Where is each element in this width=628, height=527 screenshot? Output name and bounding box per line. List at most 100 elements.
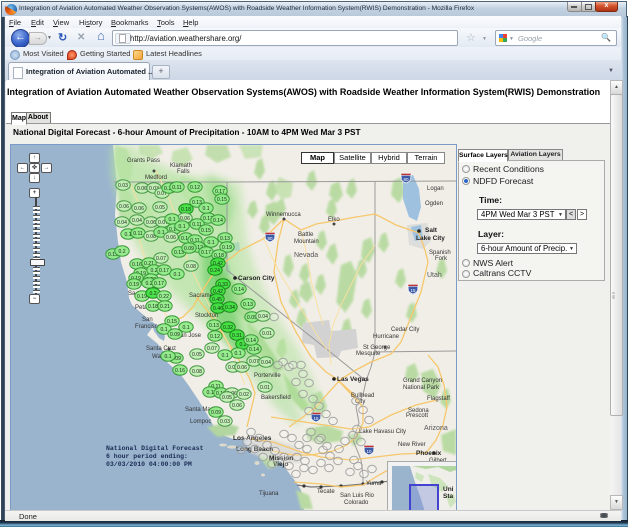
svg-text:0.13: 0.13 xyxy=(243,302,253,308)
svg-text:0.15: 0.15 xyxy=(217,197,227,203)
svg-text:0.06: 0.06 xyxy=(137,186,147,192)
svg-text:0.1: 0.1 xyxy=(182,325,189,331)
svg-text:Logan: Logan xyxy=(427,186,444,192)
svg-text:Lake City: Lake City xyxy=(416,235,445,242)
svg-text:0.08: 0.08 xyxy=(186,264,196,270)
svg-text:Phoenix: Phoenix xyxy=(416,450,442,457)
svg-text:0.14: 0.14 xyxy=(249,347,259,353)
svg-text:0.01: 0.01 xyxy=(260,385,270,391)
svg-text:0.05: 0.05 xyxy=(192,352,202,358)
svg-text:0.14: 0.14 xyxy=(246,338,256,344)
svg-text:0.06: 0.06 xyxy=(232,403,242,409)
svg-text:0.1: 0.1 xyxy=(157,230,164,236)
svg-text:0.1: 0.1 xyxy=(207,240,214,246)
svg-text:0.24: 0.24 xyxy=(210,268,220,274)
svg-text:0.34: 0.34 xyxy=(225,305,235,311)
svg-text:0.01: 0.01 xyxy=(262,331,272,337)
svg-text:Battle: Battle xyxy=(298,232,314,238)
svg-text:0.05: 0.05 xyxy=(222,395,232,401)
svg-text:0.17: 0.17 xyxy=(201,250,211,256)
svg-text:Las Vegas: Las Vegas xyxy=(337,376,369,383)
svg-text:0.15: 0.15 xyxy=(167,319,177,325)
svg-text:0.03: 0.03 xyxy=(220,419,230,425)
svg-text:0.46: 0.46 xyxy=(213,306,223,312)
svg-text:0.06: 0.06 xyxy=(119,204,129,210)
svg-text:0.11: 0.11 xyxy=(172,185,182,191)
svg-text:0.19: 0.19 xyxy=(222,245,232,251)
svg-text:0.22: 0.22 xyxy=(159,294,169,300)
svg-text:0.1: 0.1 xyxy=(202,206,209,212)
svg-text:Lake Havasu City: Lake Havasu City xyxy=(359,429,406,435)
svg-text:80: 80 xyxy=(267,236,273,241)
svg-text:Colorado: Colorado xyxy=(344,500,369,506)
svg-text:0.04: 0.04 xyxy=(261,360,271,366)
svg-text:Sta: Sta xyxy=(443,493,454,500)
svg-text:0.15: 0.15 xyxy=(201,228,211,234)
svg-text:Mesquite: Mesquite xyxy=(356,351,381,357)
svg-text:0.13: 0.13 xyxy=(209,323,219,329)
svg-text:Yuma: Yuma xyxy=(366,481,382,487)
svg-text:0.1: 0.1 xyxy=(168,217,175,223)
svg-text:0.1: 0.1 xyxy=(160,327,167,333)
svg-text:0.17: 0.17 xyxy=(159,268,169,274)
svg-text:0.21: 0.21 xyxy=(160,304,170,310)
svg-text:Uni: Uni xyxy=(443,486,454,493)
svg-text:0.02: 0.02 xyxy=(239,392,249,398)
svg-text:0.04: 0.04 xyxy=(132,218,142,224)
svg-text:Mountain: Mountain xyxy=(294,239,319,245)
svg-text:0.11: 0.11 xyxy=(133,231,143,237)
svg-text:National Park: National Park xyxy=(403,385,440,391)
svg-text:Flagstaff: Flagstaff xyxy=(427,396,450,402)
svg-text:0.16: 0.16 xyxy=(175,368,185,374)
svg-text:0.18: 0.18 xyxy=(181,207,191,213)
svg-text:0.2: 0.2 xyxy=(149,291,156,297)
svg-text:0.2: 0.2 xyxy=(118,249,125,255)
svg-text:0.14: 0.14 xyxy=(213,218,223,224)
svg-text:0.19: 0.19 xyxy=(137,294,147,300)
svg-text:Medford: Medford xyxy=(145,175,167,181)
svg-text:0.14: 0.14 xyxy=(234,287,244,293)
svg-text:Salt: Salt xyxy=(425,227,438,234)
svg-text:15: 15 xyxy=(313,416,319,421)
svg-text:Fork: Fork xyxy=(435,256,448,262)
svg-text:0.1: 0.1 xyxy=(164,354,171,360)
svg-text:0.06: 0.06 xyxy=(237,365,247,371)
svg-text:0.12: 0.12 xyxy=(190,185,200,191)
svg-text:0.1: 0.1 xyxy=(221,353,228,359)
svg-text:6 hour period ending:: 6 hour period ending: xyxy=(106,453,188,460)
svg-text:10: 10 xyxy=(366,449,372,454)
svg-text:Winnemucca: Winnemucca xyxy=(266,212,301,218)
svg-text:0.08: 0.08 xyxy=(192,369,202,375)
svg-text:0.1: 0.1 xyxy=(234,351,241,357)
svg-text:0.13: 0.13 xyxy=(220,236,230,242)
svg-text:Arizona: Arizona xyxy=(424,425,448,432)
svg-text:0.17: 0.17 xyxy=(154,281,164,287)
svg-text:0.04: 0.04 xyxy=(258,314,268,320)
svg-text:0.07: 0.07 xyxy=(207,346,217,352)
svg-text:Cedar City: Cedar City xyxy=(391,327,419,333)
svg-text:0.07: 0.07 xyxy=(156,256,166,262)
svg-text:Bakersfield: Bakersfield xyxy=(261,395,291,401)
svg-text:San Luis Rio: San Luis Rio xyxy=(340,493,375,499)
svg-text:0.45: 0.45 xyxy=(212,297,222,303)
svg-text:Utah: Utah xyxy=(427,272,442,279)
svg-text:Porterville: Porterville xyxy=(254,373,281,379)
svg-text:Grants Pass: Grants Pass xyxy=(127,158,160,164)
svg-text:0.04: 0.04 xyxy=(117,220,127,226)
svg-text:0.06: 0.06 xyxy=(134,206,144,212)
svg-text:0.16: 0.16 xyxy=(132,262,142,268)
svg-text:0.07: 0.07 xyxy=(249,359,259,365)
svg-text:0.32: 0.32 xyxy=(223,325,233,331)
svg-text:Grand Canyon: Grand Canyon xyxy=(403,378,442,384)
svg-text:Nevada: Nevada xyxy=(294,252,318,259)
svg-text:0.05: 0.05 xyxy=(155,205,165,211)
svg-text:0.09: 0.09 xyxy=(184,246,194,252)
svg-text:0.12: 0.12 xyxy=(210,334,220,340)
svg-text:0.06: 0.06 xyxy=(146,220,156,226)
svg-text:0.1: 0.1 xyxy=(173,272,180,278)
svg-text:Lompoc: Lompoc xyxy=(190,419,211,425)
svg-text:0.09: 0.09 xyxy=(170,332,180,338)
svg-text:Stockton: Stockton xyxy=(195,313,218,319)
svg-text:0.09: 0.09 xyxy=(211,410,221,416)
svg-text:0.1: 0.1 xyxy=(206,390,213,396)
